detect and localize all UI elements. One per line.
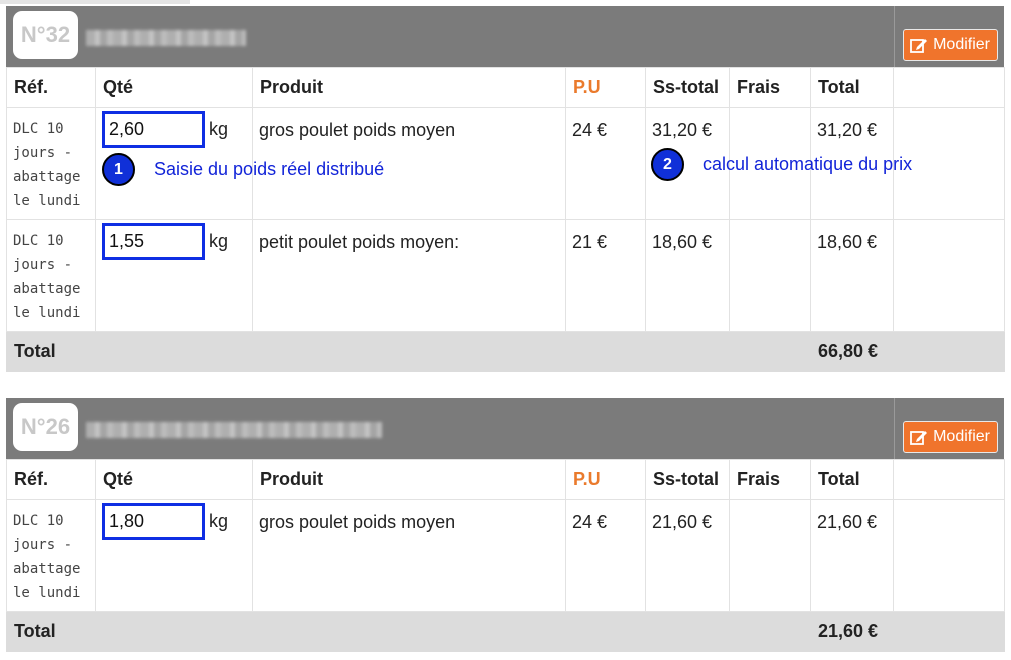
row-ref: DLC 10 jours - abattage le lundi — [6, 499, 96, 612]
total-row: Total 21,60 € — [6, 611, 1005, 652]
total-row: Total 66,80 € — [6, 331, 1005, 372]
order-card: N°32 Modifier Réf. Qté Produit P.U Ss-to… — [6, 6, 1005, 372]
col-header-empty — [893, 459, 1005, 500]
table-row: DLC 10 jours - abattage le lundi kg peti… — [6, 219, 1005, 332]
top-strip — [0, 0, 190, 4]
row-subtotal: 18,60 € — [645, 219, 730, 332]
row-total: 21,60 € — [810, 499, 894, 612]
edit-icon — [910, 431, 928, 445]
col-header-subtotal: Ss-total — [645, 459, 730, 500]
qty-input[interactable] — [102, 111, 205, 148]
edit-icon — [910, 39, 928, 53]
row-empty — [893, 219, 1005, 332]
order-table: Réf. Qté Produit P.U Ss-total Frais Tota… — [6, 459, 1005, 652]
order-header: N°32 Modifier — [6, 6, 1004, 67]
col-header-fees: Frais — [729, 67, 811, 108]
row-product: petit poulet poids moyen: — [252, 219, 566, 332]
blurred-customer-name — [86, 30, 246, 46]
annotation-text: calcul automatique du prix — [703, 154, 913, 174]
annotation-callout: 2 calcul automatique du prix — [651, 148, 912, 181]
table-row: DLC 10 jours - abattage le lundi kg gros… — [6, 499, 1005, 612]
edit-button[interactable]: Modifier — [903, 29, 998, 61]
col-header-fees: Frais — [729, 459, 811, 500]
row-fees — [729, 499, 811, 612]
annotation-number-badge: 1 — [102, 153, 135, 186]
blurred-customer-name — [86, 422, 382, 438]
row-product: gros poulet poids moyen — [252, 499, 566, 612]
col-header-ref: Réf. — [6, 459, 96, 500]
row-pu: 24 € — [565, 107, 646, 220]
row-ref: DLC 10 jours - abattage le lundi — [6, 219, 96, 332]
annotation-text: Saisie du poids réel distribué — [154, 159, 385, 179]
col-header-product: Produit — [252, 67, 566, 108]
row-pu: 21 € — [565, 219, 646, 332]
order-number-badge: N°26 — [13, 403, 78, 451]
qty-unit: kg — [209, 511, 229, 531]
row-fees — [729, 219, 811, 332]
row-total: 18,60 € — [810, 219, 894, 332]
table-header-row: Réf. Qté Produit P.U Ss-total Frais Tota… — [6, 67, 1005, 108]
edit-button-label: Modifier — [933, 428, 990, 445]
annotation-callout: 1 Saisie du poids réel distribué — [102, 153, 384, 186]
order-card: N°26 Modifier Réf. Qté Produit P.U Ss-to… — [6, 398, 1005, 652]
qty-input[interactable] — [102, 503, 205, 540]
qty-unit: kg — [209, 231, 229, 251]
col-header-qty: Qté — [95, 67, 253, 108]
row-pu: 24 € — [565, 499, 646, 612]
row-subtotal: 21,60 € — [645, 499, 730, 612]
edit-button[interactable]: Modifier — [903, 421, 998, 453]
col-header-pu: P.U — [565, 459, 646, 500]
row-empty — [893, 499, 1005, 612]
col-header-pu: P.U — [565, 67, 646, 108]
table-header-row: Réf. Qté Produit P.U Ss-total Frais Tota… — [6, 459, 1005, 500]
qty-unit: kg — [209, 119, 229, 139]
edit-button-label: Modifier — [933, 36, 990, 53]
order-header: N°26 Modifier — [6, 398, 1004, 459]
grand-total: 66,80 € — [810, 331, 894, 372]
edit-area: Modifier — [894, 6, 1004, 67]
order-number-badge: N°32 — [13, 11, 78, 59]
col-header-product: Produit — [252, 459, 566, 500]
col-header-total: Total — [810, 67, 894, 108]
total-empty — [893, 331, 1005, 372]
col-header-subtotal: Ss-total — [645, 67, 730, 108]
col-header-total: Total — [810, 459, 894, 500]
qty-input[interactable] — [102, 223, 205, 260]
annotation-number-badge: 2 — [651, 148, 684, 181]
order-table: Réf. Qté Produit P.U Ss-total Frais Tota… — [6, 67, 1005, 372]
total-label: Total — [6, 611, 811, 652]
grand-total: 21,60 € — [810, 611, 894, 652]
total-empty — [893, 611, 1005, 652]
row-ref: DLC 10 jours - abattage le lundi — [6, 107, 96, 220]
edit-area: Modifier — [894, 398, 1004, 459]
col-header-ref: Réf. — [6, 67, 96, 108]
total-label: Total — [6, 331, 811, 372]
col-header-qty: Qté — [95, 459, 253, 500]
col-header-empty — [893, 67, 1005, 108]
